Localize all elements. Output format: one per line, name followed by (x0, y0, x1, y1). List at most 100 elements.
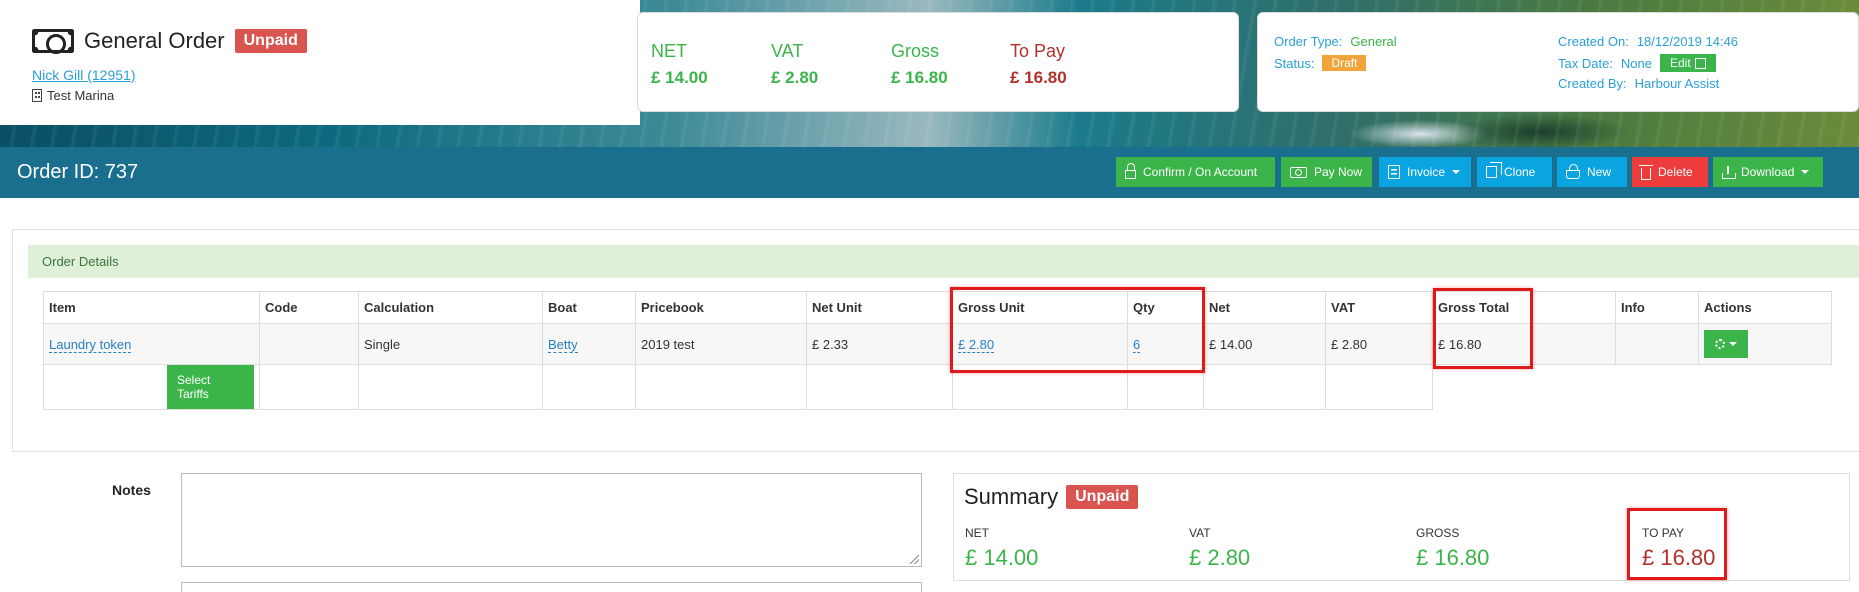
blank-cell (358, 364, 543, 410)
resize-handle-icon[interactable] (910, 555, 919, 564)
total-topay-value: £ 16.80 (1010, 68, 1067, 87)
cell-item: Laundry token (43, 323, 260, 365)
tax-date: Tax Date: None Edit (1558, 54, 1716, 72)
col-net-unit: Net Unit (806, 291, 953, 324)
table-header-row: Item Code Calculation Boat Pricebook Net… (43, 291, 1832, 324)
total-net: NET £ 14.00 (651, 41, 708, 88)
invoice-dropdown[interactable]: Invoice (1379, 157, 1471, 187)
order-type-value: General (1350, 34, 1397, 49)
blank-cell (542, 364, 636, 410)
table-add-row: Select Tariffs (43, 364, 1832, 410)
clone-icon (1486, 162, 1502, 178)
notes-label: Notes (112, 482, 151, 498)
row-actions-button[interactable] (1704, 330, 1748, 358)
caret-down-icon (1801, 170, 1810, 174)
cell-actions (1698, 323, 1832, 365)
blank-cell (635, 364, 807, 410)
totals-card: NET £ 14.00 VAT £ 2.80 Gross £ 16.80 To … (637, 12, 1239, 112)
second-textarea[interactable] (181, 582, 922, 592)
created-by-value: Harbour Assist (1634, 76, 1720, 91)
summary-vat-label: VAT (1189, 526, 1211, 540)
invoice-icon (1388, 165, 1400, 179)
col-item: Item (43, 291, 260, 324)
blank-cell (1203, 364, 1326, 410)
basket-icon (1566, 163, 1580, 179)
total-net-label: NET (651, 41, 687, 61)
summary-status-badge: Unpaid (1066, 485, 1139, 509)
created-on-label: Created On: (1558, 34, 1629, 49)
cell-code (259, 323, 359, 365)
cell-calculation: Single (358, 323, 543, 365)
created-by: Created By: Harbour Assist (1558, 76, 1719, 91)
summary-gross-value: £ 16.80 (1416, 545, 1490, 570)
col-pricebook: Pricebook (635, 291, 807, 324)
item-link[interactable]: Laundry token (49, 336, 132, 353)
order-items-table: Item Code Calculation Boat Pricebook Net… (43, 291, 1832, 410)
highlight-gross-total (1433, 288, 1533, 369)
select-tariffs-button[interactable]: Select Tariffs (167, 365, 254, 409)
blank-cell (806, 364, 953, 410)
order-title: General Order (84, 28, 225, 53)
total-vat-value: £ 2.80 (771, 68, 819, 87)
confirm-label: Confirm / On Account (1143, 165, 1258, 179)
cell-select-tariffs: Select Tariffs (43, 364, 260, 410)
created-by-label: Created By: (1558, 76, 1627, 91)
summary-vat-value: £ 2.80 (1189, 545, 1251, 570)
total-gross-value: £ 16.80 (891, 68, 948, 87)
new-label: New (1587, 165, 1612, 179)
highlight-summary-topay (1627, 508, 1727, 580)
tax-date-value: None (1620, 55, 1652, 71)
order-id: Order ID: 737 (17, 161, 139, 183)
delete-label: Delete (1658, 165, 1693, 179)
header-background (0, 0, 640, 125)
pay-now-label: Pay Now (1314, 165, 1363, 179)
col-actions: Actions (1698, 291, 1832, 324)
blank-cell (1616, 365, 1699, 410)
invoice-label: Invoice (1407, 165, 1446, 179)
boat-link[interactable]: Betty (548, 336, 578, 353)
table-row: Laundry token Single Betty 2019 test £ 2… (43, 323, 1832, 365)
order-type-label: Order Type: (1274, 34, 1343, 49)
created-on-value: 18/12/2019 14:46 (1636, 34, 1739, 49)
col-calculation: Calculation (358, 291, 543, 324)
total-vat: VAT £ 2.80 (771, 41, 818, 88)
building-icon (32, 89, 42, 102)
col-code: Code (259, 291, 359, 324)
col-boat: Boat (542, 291, 636, 324)
clone-button[interactable]: Clone (1477, 157, 1552, 187)
created-on: Created On: 18/12/2019 14:46 (1558, 34, 1738, 49)
col-vat: VAT (1325, 291, 1433, 324)
lock-icon (1125, 163, 1136, 179)
total-gross-label: Gross (891, 41, 940, 61)
download-dropdown[interactable]: Download (1713, 157, 1823, 187)
total-topay-label: To Pay (1010, 41, 1066, 61)
order-heading: General Order Unpaid (32, 28, 307, 54)
confirm-on-account-button[interactable]: Confirm / On Account (1116, 157, 1275, 187)
total-vat-label: VAT (771, 41, 804, 61)
delete-button[interactable]: Delete (1632, 157, 1708, 187)
summary-vat: VAT £ 2.80 (1189, 526, 1250, 571)
money-icon (1290, 166, 1307, 178)
new-button[interactable]: New (1557, 157, 1627, 187)
download-label: Download (1741, 165, 1795, 179)
order-details-header: Order Details (28, 245, 1859, 278)
summary-heading: Summary Unpaid (964, 484, 1139, 510)
edit-label: Edit (1670, 56, 1691, 70)
col-info: Info (1615, 291, 1699, 324)
gear-icon (1715, 339, 1725, 349)
order-info-card: Order Type: General Status: Draft Create… (1257, 12, 1859, 112)
cell-boat: Betty (542, 323, 636, 365)
caret-down-icon (1452, 170, 1461, 174)
customer-link[interactable]: Nick Gill (12951) (32, 67, 135, 83)
order-status: Status: Draft (1274, 55, 1367, 71)
download-icon (1722, 166, 1736, 179)
cash-icon (32, 29, 74, 54)
highlight-gross-unit-qty (950, 287, 1205, 373)
blank-cell (1699, 365, 1832, 410)
notes-textarea[interactable] (181, 473, 922, 567)
cell-pricebook: 2019 test (635, 323, 807, 365)
pay-now-button[interactable]: Pay Now (1281, 157, 1372, 187)
total-topay: To Pay £ 16.80 (1010, 41, 1067, 88)
edit-tax-date-button[interactable]: Edit (1660, 54, 1716, 72)
summary-net-value: £ 14.00 (965, 545, 1039, 570)
